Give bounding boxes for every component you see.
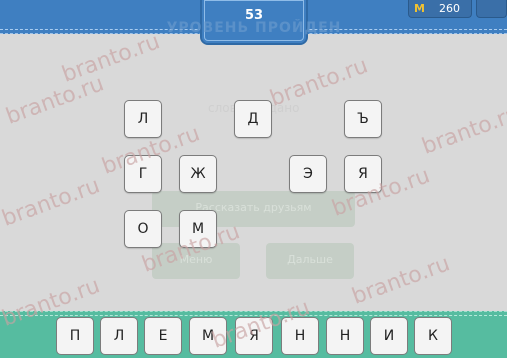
answer-slot[interactable]: П — [56, 317, 94, 355]
coin-icon: M — [414, 2, 425, 15]
watermark: branto.ru — [418, 101, 507, 160]
answer-slot[interactable]: Н — [281, 317, 319, 355]
answer-slot[interactable]: Е — [144, 317, 182, 355]
next-button[interactable]: Дальше — [266, 243, 354, 279]
answer-stitch — [0, 315, 507, 316]
letter-tile[interactable]: Г — [124, 155, 162, 193]
hint-button[interactable] — [476, 0, 507, 18]
watermark: branto.ru — [0, 173, 104, 232]
answer-slot[interactable]: М — [189, 317, 227, 355]
letter-tile[interactable]: М — [179, 210, 217, 248]
letter-tile[interactable]: Я — [344, 155, 382, 193]
level-indicator: 53 УРОВЕНЬ ПРОЙДЕН — [167, 0, 340, 45]
answer-slot[interactable]: Я — [235, 317, 273, 355]
letter-tile[interactable]: Ъ — [344, 100, 382, 138]
letter-tile[interactable]: Ж — [179, 155, 217, 193]
letter-tile[interactable]: Д — [234, 100, 272, 138]
answer-slot[interactable]: К — [414, 317, 452, 355]
watermark: branto.ru — [348, 251, 454, 310]
coin-counter[interactable]: M 260 — [408, 0, 472, 18]
answer-slot[interactable]: Л — [100, 317, 138, 355]
answer-slot[interactable]: И — [370, 317, 408, 355]
watermark: branto.ru — [2, 71, 108, 130]
level-complete-caption: УРОВЕНЬ ПРОЙДЕН — [166, 20, 342, 36]
menu-button[interactable]: Меню — [152, 243, 240, 279]
coin-value: 260 — [439, 2, 460, 15]
letter-tile[interactable]: О — [124, 210, 162, 248]
letter-tile[interactable]: Э — [289, 155, 327, 193]
watermark: branto.ru — [58, 29, 164, 88]
letter-tile[interactable]: Л — [124, 100, 162, 138]
answer-slot[interactable]: Н — [326, 317, 364, 355]
